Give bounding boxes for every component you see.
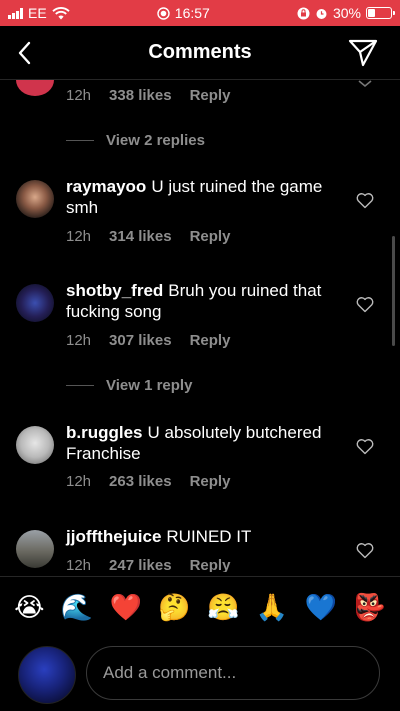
comment-body: RUINED IT [166, 527, 252, 546]
comment-username[interactable]: jjoffthejuice [66, 527, 161, 546]
comment-text: raymayoo U just ruined the game smh [66, 176, 336, 218]
emoji-button[interactable]: 👺 [353, 595, 385, 621]
emoji-button[interactable]: 🙏 [256, 595, 288, 621]
heart-icon[interactable] [356, 542, 374, 559]
emoji-button[interactable]: 😤 [207, 595, 239, 621]
comment-text: shotby_fred Bruh you ruined that fucking … [66, 280, 336, 322]
divider [66, 385, 94, 386]
chevron-down-icon [358, 80, 372, 88]
likes-count[interactable]: 314 likes [109, 228, 172, 245]
reply-button[interactable]: Reply [190, 557, 231, 572]
reply-button[interactable]: Reply [190, 87, 231, 104]
view-replies-label: View 2 replies [106, 132, 205, 149]
avatar[interactable] [16, 80, 54, 96]
likes-count[interactable]: 263 likes [109, 473, 172, 490]
reply-button[interactable]: Reply [190, 473, 231, 490]
heart-icon[interactable] [356, 438, 374, 455]
emoji-bar: 😭 🌊 ❤️ 🤔 😤 🙏 💙 👺 [0, 576, 400, 638]
likes-count[interactable]: 338 likes [109, 87, 172, 104]
scrollbar[interactable] [392, 236, 395, 346]
heart-icon[interactable] [356, 192, 374, 209]
paper-plane-icon[interactable] [348, 38, 378, 68]
comment-time: 12h [66, 473, 92, 490]
comment-meta: 12h 314 likes Reply [66, 228, 230, 245]
header: Comments [0, 26, 400, 80]
comment-meta: 12h 307 likes Reply [66, 332, 230, 349]
page-title: Comments [148, 41, 252, 63]
emoji-button[interactable]: 😭 [14, 595, 44, 621]
heart-icon[interactable] [356, 296, 374, 313]
wifi-icon [52, 6, 70, 19]
view-replies-label: View 1 reply [106, 377, 193, 394]
recording-icon [157, 6, 170, 20]
avatar[interactable] [16, 284, 54, 322]
status-bar: EE 16:57 30% [0, 0, 400, 26]
comment-text: jjoffthejuice RUINED IT [66, 526, 336, 547]
likes-count[interactable]: 307 likes [109, 332, 172, 349]
reply-button[interactable]: Reply [190, 332, 231, 349]
reply-button[interactable]: Reply [190, 228, 231, 245]
rotation-lock-icon [297, 7, 310, 19]
comment-text: b.ruggles U absolutely butchered Franchis… [66, 422, 336, 464]
view-replies-button[interactable]: View 2 replies [66, 132, 205, 149]
avatar [18, 646, 76, 704]
emoji-button[interactable]: ❤️ [110, 595, 142, 621]
clock: 16:57 [174, 5, 210, 21]
likes-count[interactable]: 247 likes [109, 557, 172, 572]
avatar[interactable] [16, 426, 54, 464]
comment-time: 12h [66, 87, 92, 104]
divider [66, 140, 94, 141]
avatar[interactable] [16, 530, 54, 568]
comment-username[interactable]: raymayoo [66, 177, 146, 196]
comment-username[interactable]: shotby_fred [66, 281, 163, 300]
comment-meta: 12h 263 likes Reply [66, 473, 230, 490]
avatar[interactable] [16, 180, 54, 218]
comment-meta: 12h 247 likes Reply [66, 557, 230, 572]
comment-time: 12h [66, 228, 92, 245]
comment-username[interactable]: b.ruggles [66, 423, 143, 442]
comment-input[interactable]: Add a comment... [86, 646, 380, 700]
comment-time: 12h [66, 557, 92, 572]
comment-meta: 12h 338 likes Reply [66, 87, 230, 104]
alarm-icon [316, 8, 327, 19]
carrier-label: EE [28, 5, 47, 21]
view-replies-button[interactable]: View 1 reply [66, 377, 192, 394]
battery-percent: 30% [332, 5, 361, 21]
comment-composer: Add a comment... [0, 638, 400, 711]
comment-time: 12h [66, 332, 92, 349]
comment-list[interactable]: 12h 338 likes Reply View 2 replies rayma… [0, 80, 400, 572]
emoji-button[interactable]: 💙 [305, 595, 337, 621]
battery-icon [365, 7, 395, 19]
emoji-button[interactable]: 🤔 [158, 595, 190, 621]
chevron-left-icon[interactable] [14, 38, 38, 68]
emoji-button[interactable]: 🌊 [61, 595, 93, 621]
signal-icon [8, 7, 23, 19]
